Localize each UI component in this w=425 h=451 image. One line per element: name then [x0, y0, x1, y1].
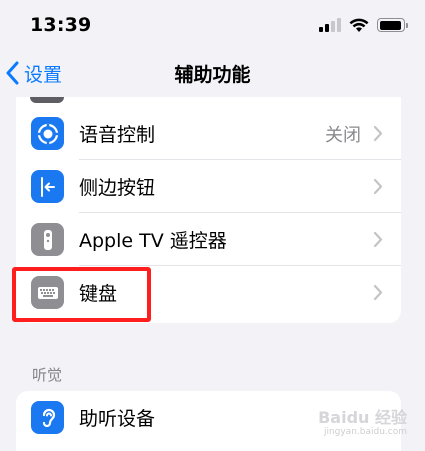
- list-item-voice-control[interactable]: 语音控制 关闭: [16, 107, 401, 160]
- chevron-right-icon: [373, 231, 383, 248]
- accessibility-list-group: 语音控制 关闭 侧边按钮 Apple TV 遥控器 键盘: [16, 97, 401, 323]
- list-item-keyboard[interactable]: 键盘: [16, 266, 401, 319]
- list-item-apple-tv-remote[interactable]: Apple TV 遥控器: [16, 213, 401, 266]
- list-item-label: 键盘: [79, 283, 118, 305]
- list-item-label: 语音控制: [79, 124, 156, 146]
- chevron-right-icon: [373, 125, 383, 142]
- chevron-right-icon: [373, 178, 383, 195]
- navigation-bar: 设置 辅助功能: [0, 50, 425, 96]
- section-header-hearing: 听觉: [32, 366, 63, 384]
- status-icons: [319, 14, 408, 36]
- status-time: 13:39: [30, 14, 92, 36]
- status-bar: 13:39: [0, 0, 425, 50]
- clipped-row-icon: [30, 97, 64, 103]
- list-item-label: Apple TV 遥控器: [79, 230, 227, 252]
- hearing-device-icon: [31, 401, 64, 434]
- voice-control-icon: [31, 117, 64, 150]
- list-item-label: 助听设备: [79, 408, 156, 430]
- watermark-text: Baidu 经验: [318, 408, 407, 427]
- tv-remote-icon: [31, 223, 64, 256]
- page-title: 辅助功能: [174, 64, 251, 86]
- side-button-icon: [31, 170, 64, 203]
- list-item-side-button[interactable]: 侧边按钮: [16, 160, 401, 213]
- wifi-icon: [349, 18, 369, 32]
- chevron-right-icon: [373, 284, 383, 301]
- keyboard-icon: [31, 276, 64, 309]
- battery-icon: [377, 18, 408, 32]
- watermark: Baidu 经验 jingyan.baidu.com: [318, 410, 407, 437]
- list-item-label: 侧边按钮: [79, 177, 156, 199]
- cellular-signal-icon: [319, 18, 341, 32]
- list-item-value: 关闭: [325, 124, 361, 146]
- watermark-subtext: jingyan.baidu.com: [323, 427, 407, 437]
